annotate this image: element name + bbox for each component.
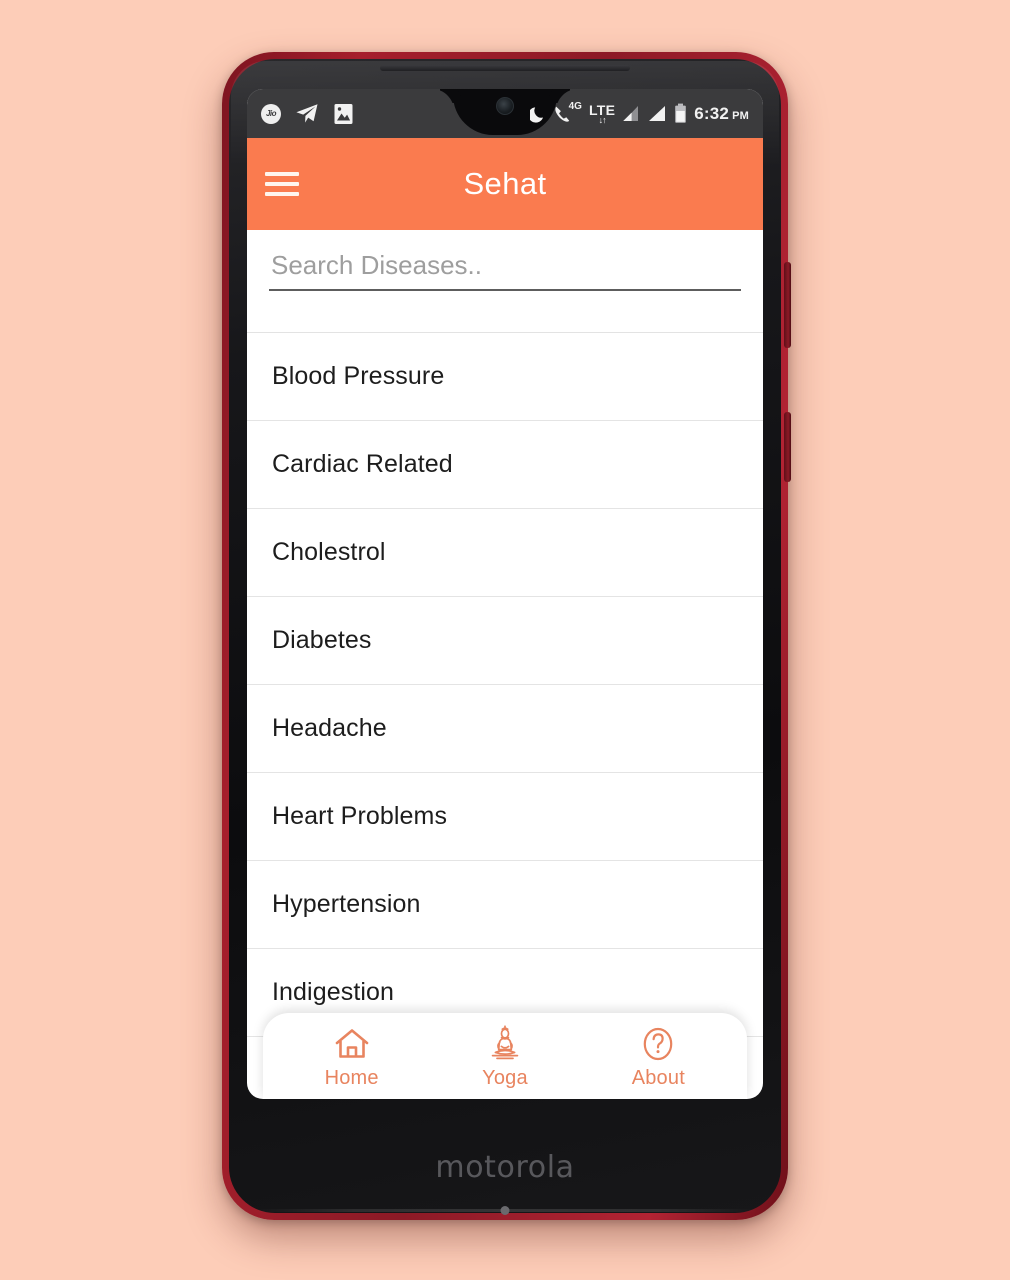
nav-item-label: About bbox=[631, 1066, 685, 1089]
clock-ampm: PM bbox=[732, 109, 749, 122]
list-item[interactable]: Cholestrol bbox=[247, 509, 763, 597]
bottom-navigation-bar: Home Yoga About bbox=[263, 1013, 747, 1099]
lte-indicator: LTE ↓↑ bbox=[589, 103, 615, 125]
telegram-icon bbox=[296, 103, 318, 123]
network-4g-indicator: 4G bbox=[553, 100, 582, 124]
list-item-label: Heart Problems bbox=[272, 802, 448, 830]
status-bar-left-icons: Jio bbox=[261, 103, 354, 125]
motorola-logo: motorola bbox=[435, 1149, 575, 1185]
signal-bars-icon-1 bbox=[623, 106, 639, 121]
list-item[interactable]: Hypertension bbox=[247, 861, 763, 949]
photo-icon bbox=[334, 103, 353, 124]
hamburger-menu-icon[interactable] bbox=[265, 172, 299, 196]
list-item[interactable]: Diabetes bbox=[247, 597, 763, 685]
signal-bars-icon-2 bbox=[649, 106, 666, 121]
list-item[interactable]: Cardiac Related bbox=[247, 421, 763, 509]
lte-arrows: ↓↑ bbox=[598, 114, 607, 125]
page-title: Sehat bbox=[463, 166, 547, 201]
hamburger-bar bbox=[265, 172, 299, 176]
phone-chin: motorola bbox=[247, 1132, 763, 1202]
nav-item-label: Home bbox=[324, 1066, 379, 1089]
list-item-label: Indigestion bbox=[272, 978, 395, 1006]
nav-item-label: Yoga bbox=[482, 1066, 528, 1089]
jio-icon: Jio bbox=[261, 103, 281, 124]
disease-list: Blood Pressure Cardiac Related Cholestro… bbox=[247, 333, 763, 1037]
phone-screen: Jio 4G LTE ↓↑ 6:32 PM Sehat Search Disea… bbox=[247, 89, 763, 1099]
app-bar: Sehat bbox=[247, 138, 763, 230]
chin-dot bbox=[500, 1206, 510, 1215]
hamburger-bar bbox=[265, 182, 299, 186]
volume-button[interactable] bbox=[784, 262, 791, 348]
list-item[interactable]: Blood Pressure bbox=[247, 333, 763, 421]
list-item-label: Cardiac Related bbox=[272, 450, 453, 478]
clock-time: 6:32 bbox=[694, 103, 730, 123]
list-item[interactable]: Heart Problems bbox=[247, 773, 763, 861]
search-divider bbox=[247, 291, 763, 333]
meditation-icon bbox=[486, 1024, 524, 1064]
list-item[interactable]: Headache bbox=[247, 685, 763, 773]
search-input[interactable] bbox=[269, 244, 741, 291]
list-item-label: Blood Pressure bbox=[272, 362, 445, 390]
phone-device: Jio 4G LTE ↓↑ 6:32 PM Sehat Search Disea… bbox=[222, 52, 791, 1220]
power-button[interactable] bbox=[784, 412, 791, 482]
question-mark-icon bbox=[639, 1024, 677, 1064]
hamburger-bar bbox=[265, 192, 299, 196]
nav-item-home[interactable]: Home bbox=[276, 1024, 428, 1090]
status-bar-right-icons: 4G LTE ↓↑ 6:32 PM bbox=[529, 100, 749, 125]
earpiece-speaker bbox=[380, 65, 630, 71]
network-4g-label: 4G bbox=[568, 100, 582, 112]
front-camera bbox=[496, 97, 514, 115]
search-container bbox=[247, 230, 763, 291]
status-bar-clock: 6:32 PM bbox=[694, 104, 749, 124]
battery-icon bbox=[675, 103, 687, 123]
home-icon bbox=[333, 1024, 371, 1064]
list-item-label: Diabetes bbox=[272, 626, 372, 654]
nav-item-about[interactable]: About bbox=[582, 1024, 734, 1090]
list-item-label: Hypertension bbox=[272, 890, 421, 918]
do-not-disturb-moon-icon bbox=[529, 106, 543, 123]
nav-item-yoga[interactable]: Yoga bbox=[429, 1024, 581, 1090]
list-item-label: Cholestrol bbox=[272, 538, 386, 566]
status-bar: Jio 4G LTE ↓↑ 6:32 PM bbox=[247, 89, 763, 138]
list-item-label: Headache bbox=[272, 714, 387, 742]
